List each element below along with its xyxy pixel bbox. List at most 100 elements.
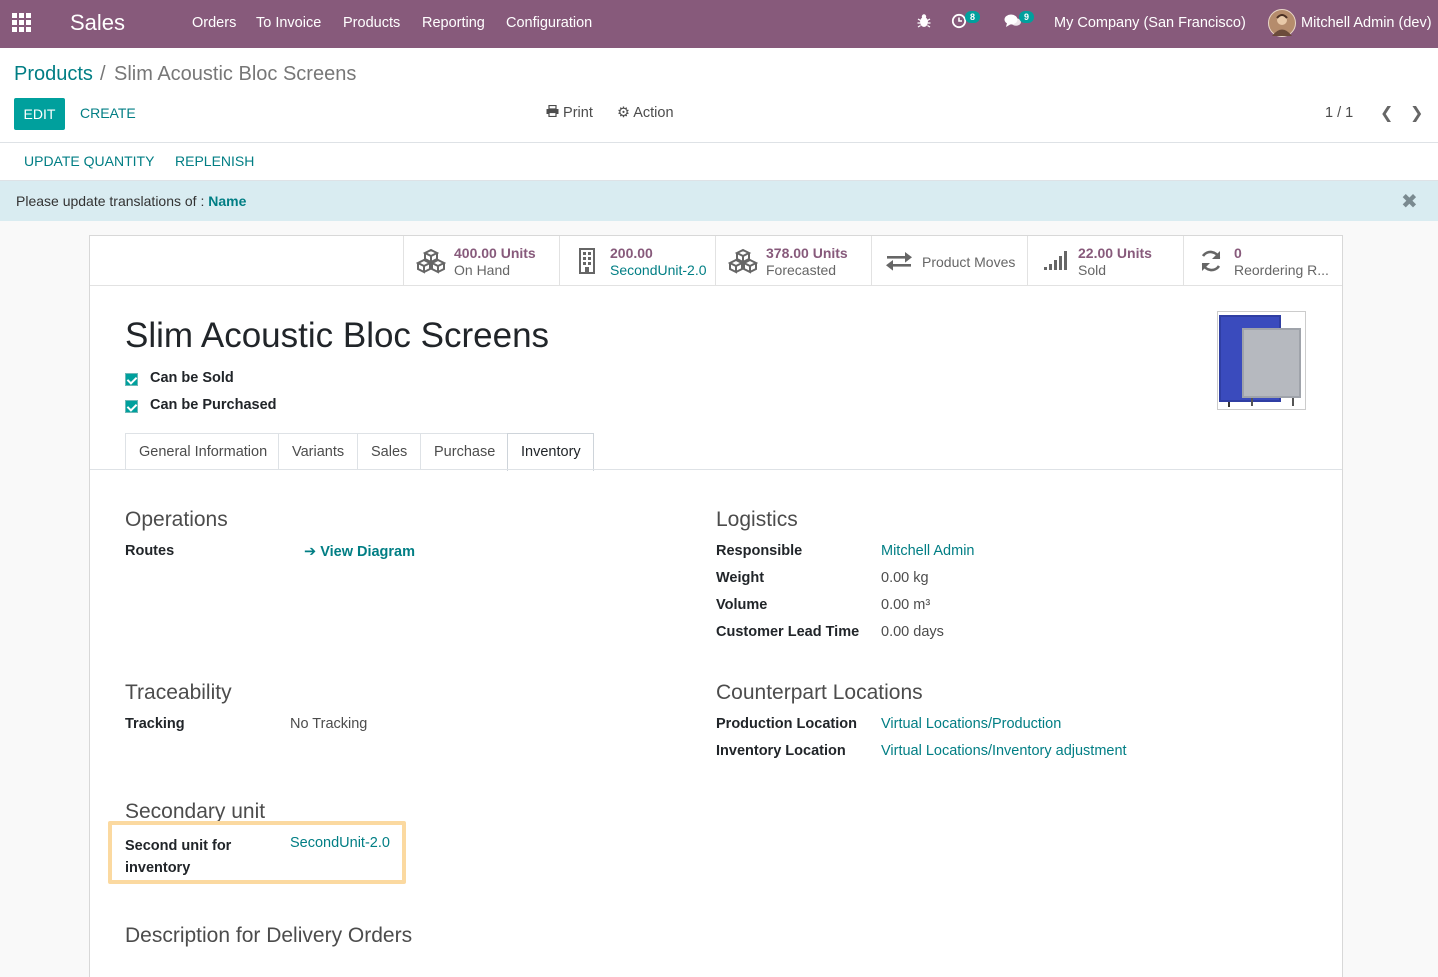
form-sheet: 400.00 Units On Hand 200.00 SecondUnit-2…	[89, 235, 1343, 977]
forecasted-label: Forecasted	[766, 262, 837, 278]
breadcrumb-separator: /	[100, 63, 106, 85]
tracking-field[interactable]: No Tracking	[290, 716, 367, 732]
tab-sales[interactable]: Sales	[357, 433, 421, 470]
on-hand-label: On Hand	[454, 262, 511, 278]
second-unit-label-line2: inventory	[125, 860, 191, 876]
user-avatar[interactable]	[1268, 9, 1296, 37]
control-panel: Products / Slim Acoustic Bloc Screens ED…	[0, 48, 1438, 143]
sold-button[interactable]: 22.00 Units Sold	[1027, 236, 1184, 285]
reordering-label: Reordering R...	[1234, 262, 1329, 278]
alert-message: Please update translations of : Name	[16, 193, 246, 209]
lead-time-unit: days	[913, 624, 944, 640]
chevron-left-icon[interactable]: ❮	[1380, 103, 1393, 123]
traceability-heading: Traceability	[125, 681, 232, 704]
product-name[interactable]: Slim Acoustic Bloc Screens	[125, 316, 549, 356]
volume-field[interactable]: 0.00 m³	[881, 597, 930, 613]
product-moves-label: Product Moves	[922, 254, 1016, 270]
arrow-right-icon: ➔	[304, 544, 317, 560]
delivery-description-heading: Description for Delivery Orders	[125, 924, 413, 947]
inventory-location-label: Inventory Location	[716, 743, 846, 759]
can-be-sold-label: Can be Sold	[150, 370, 234, 386]
signal-icon	[1040, 248, 1070, 274]
close-icon[interactable]: ✖	[1401, 189, 1418, 214]
apps-menu-icon[interactable]	[12, 13, 34, 33]
secondary-unit-button[interactable]: 200.00 SecondUnit-2.0	[559, 236, 716, 285]
reordering-value: 0	[1234, 245, 1242, 261]
secondary-unit-label: SecondUnit-2.0	[610, 262, 707, 278]
product-moves-button[interactable]: Product Moves	[871, 236, 1028, 285]
secondary-unit-value: 200.00	[610, 245, 653, 261]
chevron-right-icon[interactable]: ❯	[1410, 103, 1423, 123]
can-be-sold-checkbox[interactable]	[125, 373, 138, 386]
print-dropdown[interactable]: Print	[546, 104, 593, 121]
building-icon	[572, 248, 602, 274]
menu-reporting[interactable]: Reporting	[422, 15, 485, 31]
sold-value: 22.00 Units	[1078, 245, 1152, 261]
sold-label: Sold	[1078, 262, 1107, 278]
create-button[interactable]: CREATE	[80, 105, 136, 121]
production-location-field[interactable]: Virtual Locations/Production	[881, 716, 1061, 732]
responsible-field[interactable]: Mitchell Admin	[881, 543, 974, 559]
reordering-rules-button[interactable]: 0 Reordering R...	[1183, 236, 1340, 285]
forecasted-value: 378.00 Units	[766, 245, 848, 261]
customer-lead-time-field[interactable]: 0.00 days	[881, 624, 944, 640]
breadcrumb-products[interactable]: Products	[14, 63, 93, 86]
customer-lead-time-label: Customer Lead Time	[716, 624, 860, 640]
volume-label: Volume	[716, 597, 768, 613]
logistics-heading: Logistics	[716, 508, 798, 531]
translation-alert: Please update translations of : Name ✖	[0, 181, 1438, 221]
alert-text: Please update translations of :	[16, 193, 205, 209]
view-diagram-label: View Diagram	[320, 544, 416, 560]
cubes-icon	[727, 248, 759, 274]
tab-purchase[interactable]: Purchase	[420, 433, 508, 470]
weight-field[interactable]: 0.00 kg	[881, 570, 929, 586]
inventory-location-field[interactable]: Virtual Locations/Inventory adjustment	[881, 743, 1127, 759]
buttonbox-divider	[90, 285, 1342, 286]
replenish-button[interactable]: REPLENISH	[175, 153, 254, 169]
lead-time-value: 0.00	[881, 624, 910, 640]
activity-count-badge: 8	[965, 11, 981, 23]
second-unit-field[interactable]: SecondUnit-2.0	[290, 835, 390, 851]
pager-value[interactable]: 1 / 1	[1325, 105, 1353, 121]
can-be-purchased-label: Can be Purchased	[150, 397, 277, 413]
weight-value: 0.00	[881, 570, 910, 586]
menu-products[interactable]: Products	[343, 15, 400, 31]
tab-variants[interactable]: Variants	[278, 433, 358, 470]
app-name[interactable]: Sales	[70, 10, 125, 36]
production-location-label: Production Location	[716, 716, 857, 732]
print-icon	[546, 104, 563, 121]
cubes-icon	[415, 248, 447, 274]
tab-general-information[interactable]: General Information	[125, 433, 279, 470]
can-be-purchased-checkbox[interactable]	[125, 400, 138, 413]
on-hand-button[interactable]: 400.00 Units On Hand	[403, 236, 560, 285]
forecasted-button[interactable]: 378.00 Units Forecasted	[715, 236, 872, 285]
on-hand-value: 400.00 Units	[454, 245, 536, 261]
print-label: Print	[563, 105, 593, 121]
routes-label: Routes	[125, 543, 175, 559]
refresh-icon	[1196, 248, 1226, 274]
tabs-divider	[90, 469, 1342, 470]
message-count-badge: 9	[1019, 11, 1035, 23]
weight-unit: kg	[913, 570, 929, 586]
product-image[interactable]	[1217, 311, 1306, 410]
gear-icon: ⚙	[617, 105, 630, 121]
user-menu[interactable]: Mitchell Admin (dev)	[1301, 15, 1432, 31]
action-dropdown[interactable]: ⚙ Action	[617, 105, 674, 121]
edit-button[interactable]: EDIT	[14, 98, 65, 130]
view-diagram-button[interactable]: ➔ View Diagram	[304, 544, 415, 560]
second-unit-label-line1: Second unit for	[125, 838, 232, 854]
counterpart-locations-heading: Counterpart Locations	[716, 681, 923, 704]
operations-heading: Operations	[125, 508, 228, 531]
tab-inventory[interactable]: Inventory	[507, 433, 594, 471]
alert-field-link[interactable]: Name	[208, 193, 246, 209]
update-quantity-button[interactable]: UPDATE QUANTITY	[24, 153, 154, 169]
smart-button-box: 400.00 Units On Hand 200.00 SecondUnit-2…	[403, 236, 1343, 285]
debug-bug-icon[interactable]	[917, 13, 931, 33]
tracking-label: Tracking	[125, 716, 185, 732]
menu-orders[interactable]: Orders	[192, 15, 236, 31]
volume-value: 0.00	[881, 597, 910, 613]
menu-configuration[interactable]: Configuration	[506, 15, 592, 31]
company-switcher[interactable]: My Company (San Francisco)	[1054, 15, 1246, 31]
second-unit-label: Second unit for inventory	[125, 835, 231, 879]
menu-to-invoice[interactable]: To Invoice	[256, 15, 321, 31]
